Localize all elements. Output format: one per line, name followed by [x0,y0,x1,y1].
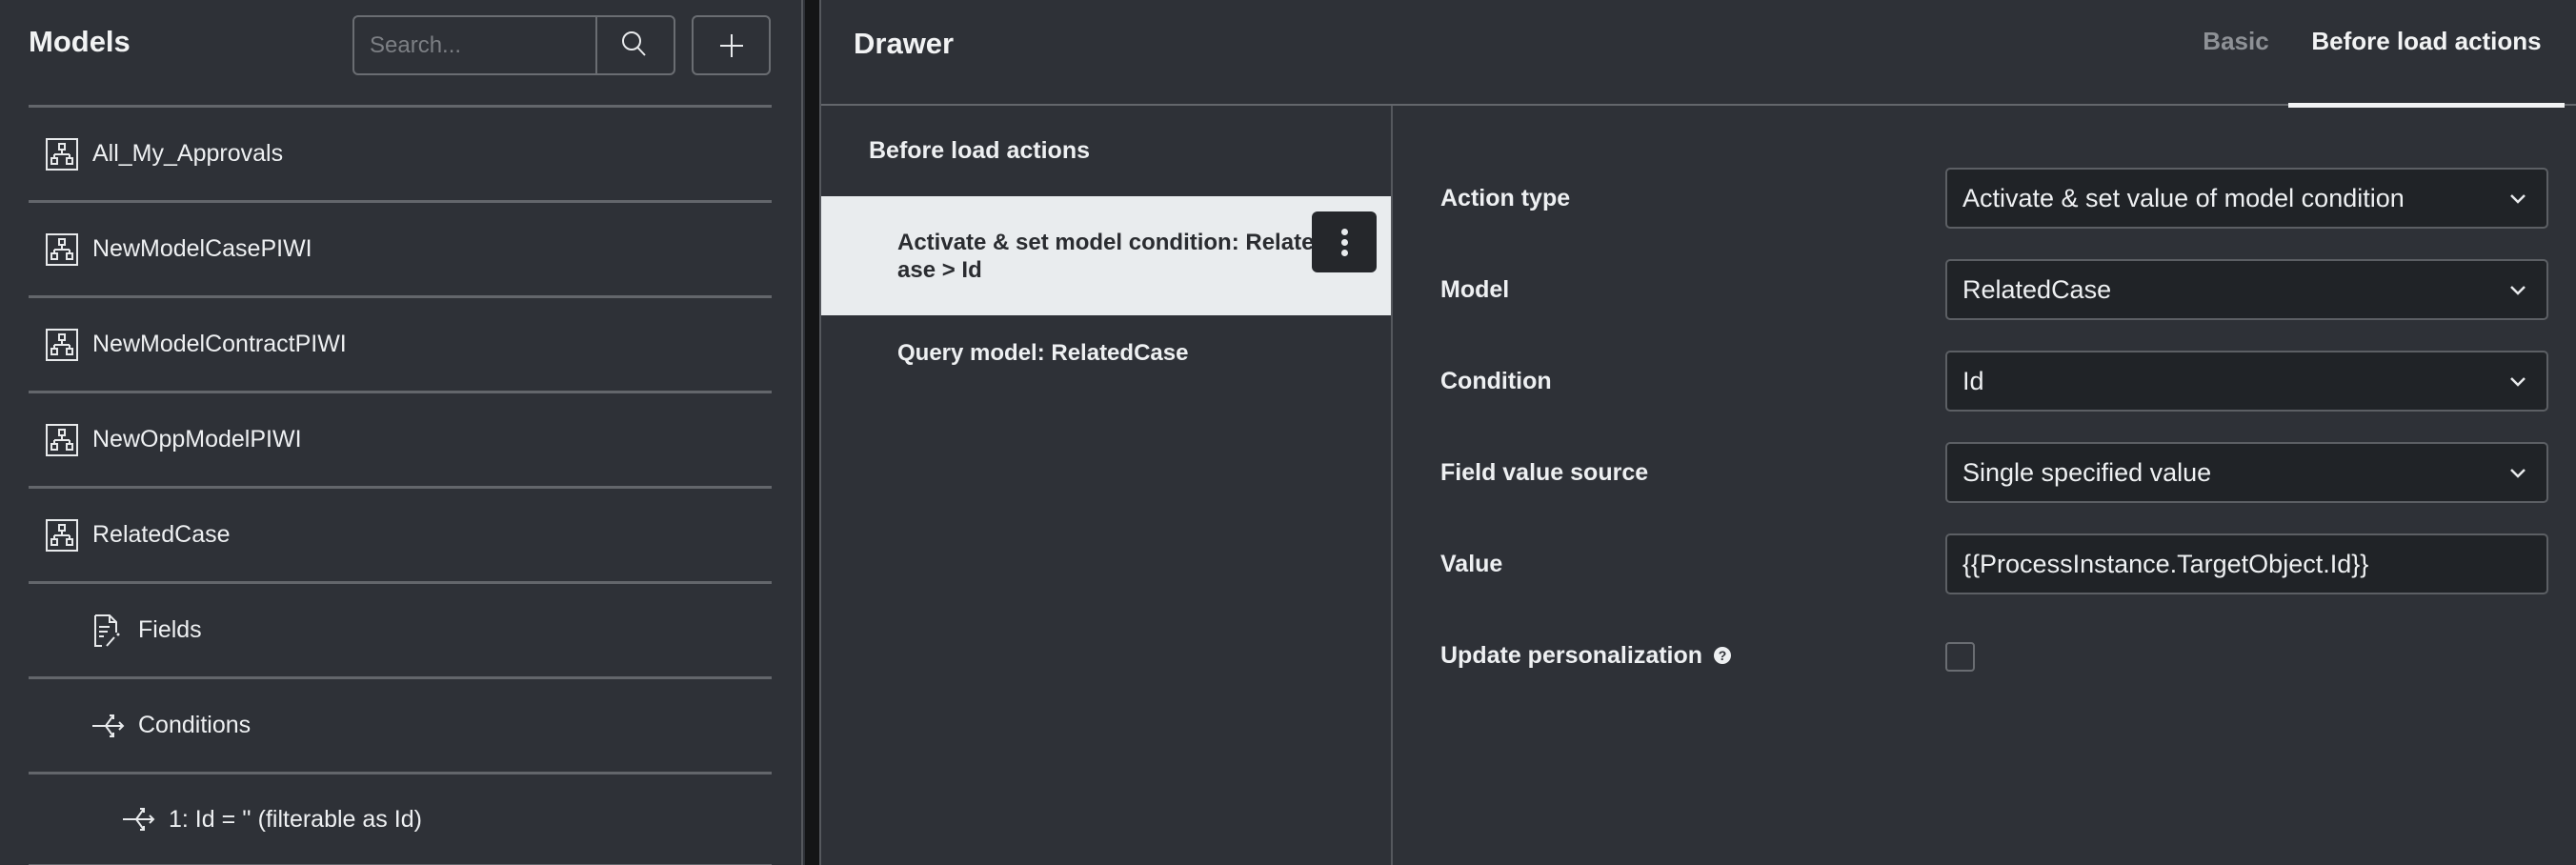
tab-before-load-actions[interactable]: Before load actions [2288,0,2565,108]
tree-item-label: RelatedCase [92,521,231,548]
value-label: Value [1440,550,1503,577]
model-hierarchy-icon [45,423,79,457]
tree-item-label: NewModelContractPIWI [92,331,347,357]
condition-value: Id [1962,366,1984,395]
field-value-source-value: Single specified value [1962,457,2212,487]
action-type-label: Action type [1440,184,1571,211]
branch-icon [121,802,155,836]
form-row-model: Model RelatedCase [1440,259,2565,320]
condition-label: Condition [1440,367,1552,394]
chevron-down-icon [2510,377,2526,387]
chevron-down-icon [2510,286,2526,295]
condition-select[interactable]: Id [1945,351,2548,412]
drawer-panel: Drawer Basic Before load actions Before … [819,0,2576,865]
drawer-header: Drawer Basic Before load actions [821,0,2576,108]
action-type-value: Activate & set value of model condition [1962,183,2405,212]
model-hierarchy-icon [45,137,79,171]
tree-item-label: NewModelCasePIWI [92,235,312,262]
add-model-button[interactable] [692,15,771,75]
tree-item-conditions[interactable]: Conditions [29,676,772,772]
more-vertical-icon [1340,228,1348,235]
field-value-source-label: Field value source [1440,458,1649,486]
model-select[interactable]: RelatedCase [1945,259,2548,320]
models-panel: Models All_My_Approvals [0,0,803,865]
tree-item-fields[interactable]: Fields [29,581,772,676]
form-row-update-personalization: Update personalization ? [1440,625,2565,686]
panel-resize-handle[interactable] [805,0,819,865]
models-header: Models [0,0,803,105]
tree-item-condition[interactable]: 1: Id = '' (filterable as Id) [29,772,772,865]
chevron-down-icon [2510,469,2526,478]
form-row-field-value-source: Field value source Single specified valu… [1440,442,2565,503]
form-row-value: Value [1440,533,2565,594]
tree-item-label: 1: Id = '' (filterable as Id) [169,805,422,833]
value-input[interactable] [1962,549,2546,579]
help-icon[interactable]: ? [1714,647,1732,664]
actions-list-panel: Before load actions Activate & set model… [821,106,1393,865]
search-input[interactable] [354,17,595,73]
tree-item-model[interactable]: All_My_Approvals [29,105,772,200]
search-box [352,15,675,75]
model-hierarchy-icon [45,328,79,362]
drawer-title: Drawer [854,27,955,60]
action-item-label: Query model: RelatedCase [897,340,1189,366]
update-personalization-text: Update personalization [1440,641,1703,669]
tree-item-model[interactable]: NewOppModelPIWI [29,391,772,486]
tree-item-model[interactable]: NewModelCasePIWI [29,200,772,295]
form-row-condition: Condition Id [1440,351,2565,412]
action-form: Action type Activate & set value of mode… [1395,106,2576,865]
form-row-action-type: Action type Activate & set value of mode… [1440,168,2565,229]
model-label: Model [1440,275,1510,303]
field-value-source-select[interactable]: Single specified value [1945,442,2548,503]
more-vertical-icon-dot [1340,249,1348,256]
update-personalization-checkbox[interactable] [1945,642,1975,672]
model-hierarchy-icon [45,518,79,553]
update-personalization-label: Update personalization ? [1440,625,1732,686]
tree-item-label: All_My_Approvals [92,140,284,167]
more-vertical-icon-dot [1340,238,1348,246]
actions-heading: Before load actions [869,137,1090,164]
action-item-selected[interactable]: Activate & set model condition: RelatedC… [821,196,1391,315]
value-field-wrapper [1945,533,2548,594]
action-item-label: Activate & set model condition: RelatedC… [897,230,1345,283]
tree-item-model[interactable]: NewModelContractPIWI [29,295,772,391]
model-value: RelatedCase [1962,274,2112,304]
tree-item-label: Fields [138,616,202,643]
action-menu-button[interactable] [1312,211,1377,272]
action-type-select[interactable]: Activate & set value of model condition [1945,168,2548,229]
action-item[interactable]: Query model: RelatedCase [821,325,1391,382]
tree-item-label: Conditions [138,712,252,738]
model-hierarchy-icon [45,232,79,267]
branch-icon [91,709,125,743]
tree-item-model[interactable]: RelatedCase [29,486,772,581]
search-icon [622,30,646,56]
tab-basic[interactable]: Basic [2184,0,2288,106]
document-edit-icon [91,614,125,648]
models-title: Models [29,25,131,58]
tree-item-label: NewOppModelPIWI [92,426,302,453]
chevron-down-icon [2510,194,2526,204]
search-button[interactable] [595,17,674,73]
plus-icon [719,33,743,57]
models-tree: All_My_Approvals NewModelCasePIWI NewMod… [29,105,772,865]
